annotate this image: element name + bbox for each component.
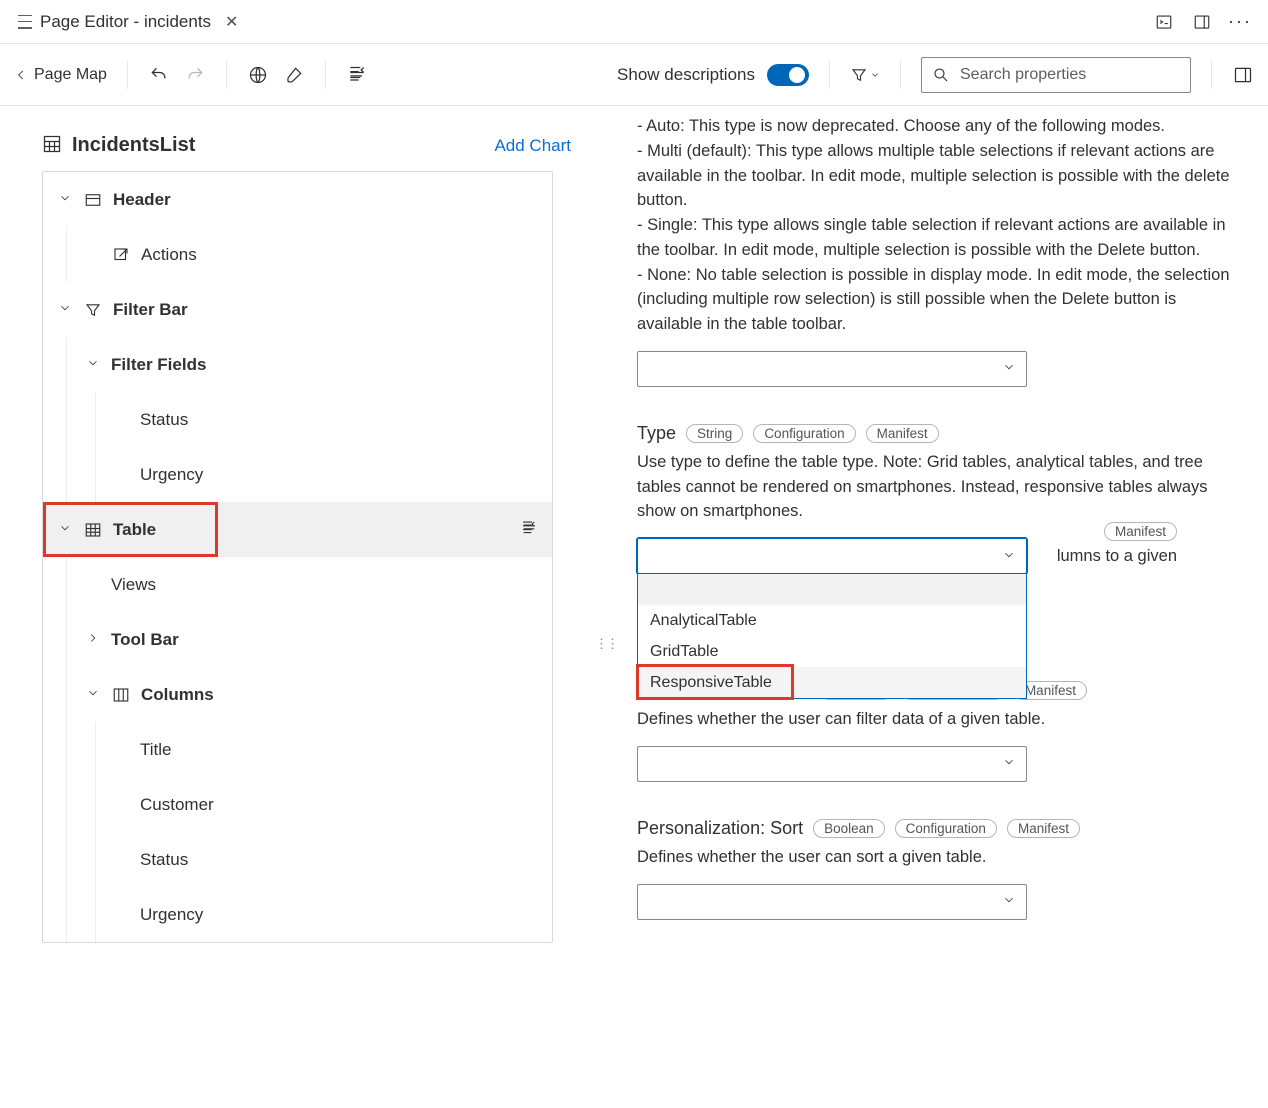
show-descriptions-toggle[interactable]: Show descriptions — [617, 64, 809, 86]
panel-layout-icon[interactable] — [1192, 12, 1212, 32]
chevron-down-icon — [57, 521, 73, 538]
properties-panel: - Auto: This type is now deprecated. Cho… — [613, 106, 1268, 1108]
filter-select[interactable] — [637, 746, 1027, 782]
tree-item-views[interactable]: Views — [67, 557, 552, 612]
chevron-down-icon — [1002, 893, 1016, 910]
toolbar: Page Map Show descriptions — [0, 44, 1268, 106]
chevron-down-icon — [1002, 548, 1016, 565]
tree-item-columns[interactable]: Columns — [67, 667, 552, 722]
separator — [127, 61, 128, 89]
tree-item-table[interactable]: Table — [43, 502, 552, 557]
columns-icon — [111, 686, 131, 704]
search-field[interactable] — [960, 66, 1180, 84]
terminal-icon[interactable] — [1154, 12, 1174, 32]
tree-item-header[interactable]: Header — [43, 172, 552, 227]
separator — [325, 61, 326, 89]
prop-sort-header: Personalization: Sort Boolean Configurat… — [637, 818, 1244, 839]
chevron-down-icon — [85, 686, 101, 703]
tree-item-col-customer[interactable]: Customer — [96, 777, 552, 832]
list-report-icon — [42, 134, 62, 157]
table-icon — [83, 521, 103, 539]
type-option-grid[interactable]: GridTable — [638, 636, 1026, 667]
title-bar: Page Editor - incidents ✕ ··· — [0, 0, 1268, 44]
tab-title: Page Editor - incidents — [40, 12, 211, 32]
search-icon — [932, 66, 950, 84]
filter-description: Defines whether the user can filter data… — [637, 707, 1244, 732]
chevron-down-icon — [85, 356, 101, 373]
back-button[interactable]: Page Map — [14, 66, 107, 84]
filter-button[interactable] — [850, 66, 880, 84]
editor-tab[interactable]: Page Editor - incidents ✕ — [8, 0, 254, 43]
chevron-right-icon — [85, 631, 101, 648]
header-icon — [83, 191, 103, 209]
toggle-on-icon[interactable] — [767, 64, 809, 86]
chevron-down-icon — [1002, 360, 1016, 377]
pill-manifest: Manifest — [866, 424, 939, 443]
type-option-blank[interactable] — [638, 574, 1026, 605]
separator — [829, 61, 830, 89]
pill-string: String — [686, 424, 743, 443]
pill-configuration: Configuration — [895, 819, 997, 838]
brush-icon[interactable] — [283, 64, 305, 86]
outline-tree: Header Actions Filter Bar Filter Fields — [42, 171, 553, 943]
pill-manifest: Manifest — [1007, 819, 1080, 838]
chevron-down-icon — [57, 301, 73, 318]
prop-type-header: Type String Configuration Manifest — [637, 423, 1244, 444]
redo-icon[interactable] — [184, 64, 206, 86]
modes-description: - Auto: This type is now deprecated. Cho… — [637, 114, 1244, 337]
page-name: IncidentsList — [72, 134, 195, 157]
splitter-handle-icon[interactable]: ⋮⋮ — [595, 636, 617, 652]
tree-item-toolbar[interactable]: Tool Bar — [67, 612, 552, 667]
tree-item-filter-bar[interactable]: Filter Bar — [43, 282, 552, 337]
back-label: Page Map — [34, 66, 107, 84]
type-dropdown-list: AnalyticalTable GridTable ResponsiveTabl… — [637, 573, 1027, 699]
prop-type-title: Type — [637, 423, 676, 444]
more-icon[interactable]: ··· — [1230, 12, 1250, 32]
chevron-down-icon — [1002, 755, 1016, 772]
side-panel-icon[interactable] — [1232, 64, 1254, 86]
tree-item-status[interactable]: Status — [96, 392, 552, 447]
type-option-analytical[interactable]: AnalyticalTable — [638, 605, 1026, 636]
tree-item-actions[interactable]: Actions — [67, 227, 552, 282]
prop-sort-title: Personalization: Sort — [637, 818, 803, 839]
chevron-down-icon — [57, 191, 73, 208]
pill-boolean: Boolean — [813, 819, 885, 838]
funnel-icon — [83, 301, 103, 319]
search-input[interactable] — [921, 57, 1191, 93]
actions-icon[interactable] — [520, 519, 538, 540]
pill-manifest: Manifest — [1104, 522, 1177, 541]
pill-configuration: Configuration — [753, 424, 855, 443]
type-description: Use type to define the table type. Note:… — [637, 450, 1244, 524]
selection-mode-select[interactable] — [637, 351, 1027, 387]
sort-select[interactable] — [637, 884, 1027, 920]
indent-icon[interactable] — [346, 64, 368, 86]
separator — [900, 61, 901, 89]
outline-panel: IncidentsList Add Chart Header Actions F… — [0, 106, 613, 1108]
sort-description: Defines whether the user can sort a give… — [637, 845, 1244, 870]
type-select[interactable]: AnalyticalTable GridTable ResponsiveTabl… — [637, 538, 1027, 574]
external-link-icon — [111, 246, 131, 264]
undo-icon[interactable] — [148, 64, 170, 86]
close-icon[interactable]: ✕ — [219, 12, 244, 32]
separator — [226, 61, 227, 89]
tree-item-urgency[interactable]: Urgency — [96, 447, 552, 502]
show-desc-label: Show descriptions — [617, 65, 755, 85]
tree-item-col-title[interactable]: Title — [96, 722, 552, 777]
globe-icon[interactable] — [247, 64, 269, 86]
type-select-input[interactable] — [637, 538, 1027, 574]
tree-item-col-urgency[interactable]: Urgency — [96, 887, 552, 942]
hamburger-icon — [18, 15, 32, 29]
add-chart-button[interactable]: Add Chart — [494, 136, 571, 156]
tree-item-col-status[interactable]: Status — [96, 832, 552, 887]
type-option-responsive[interactable]: ResponsiveTable — [638, 667, 1026, 698]
tree-item-filter-fields[interactable]: Filter Fields — [67, 337, 552, 392]
separator — [1211, 61, 1212, 89]
